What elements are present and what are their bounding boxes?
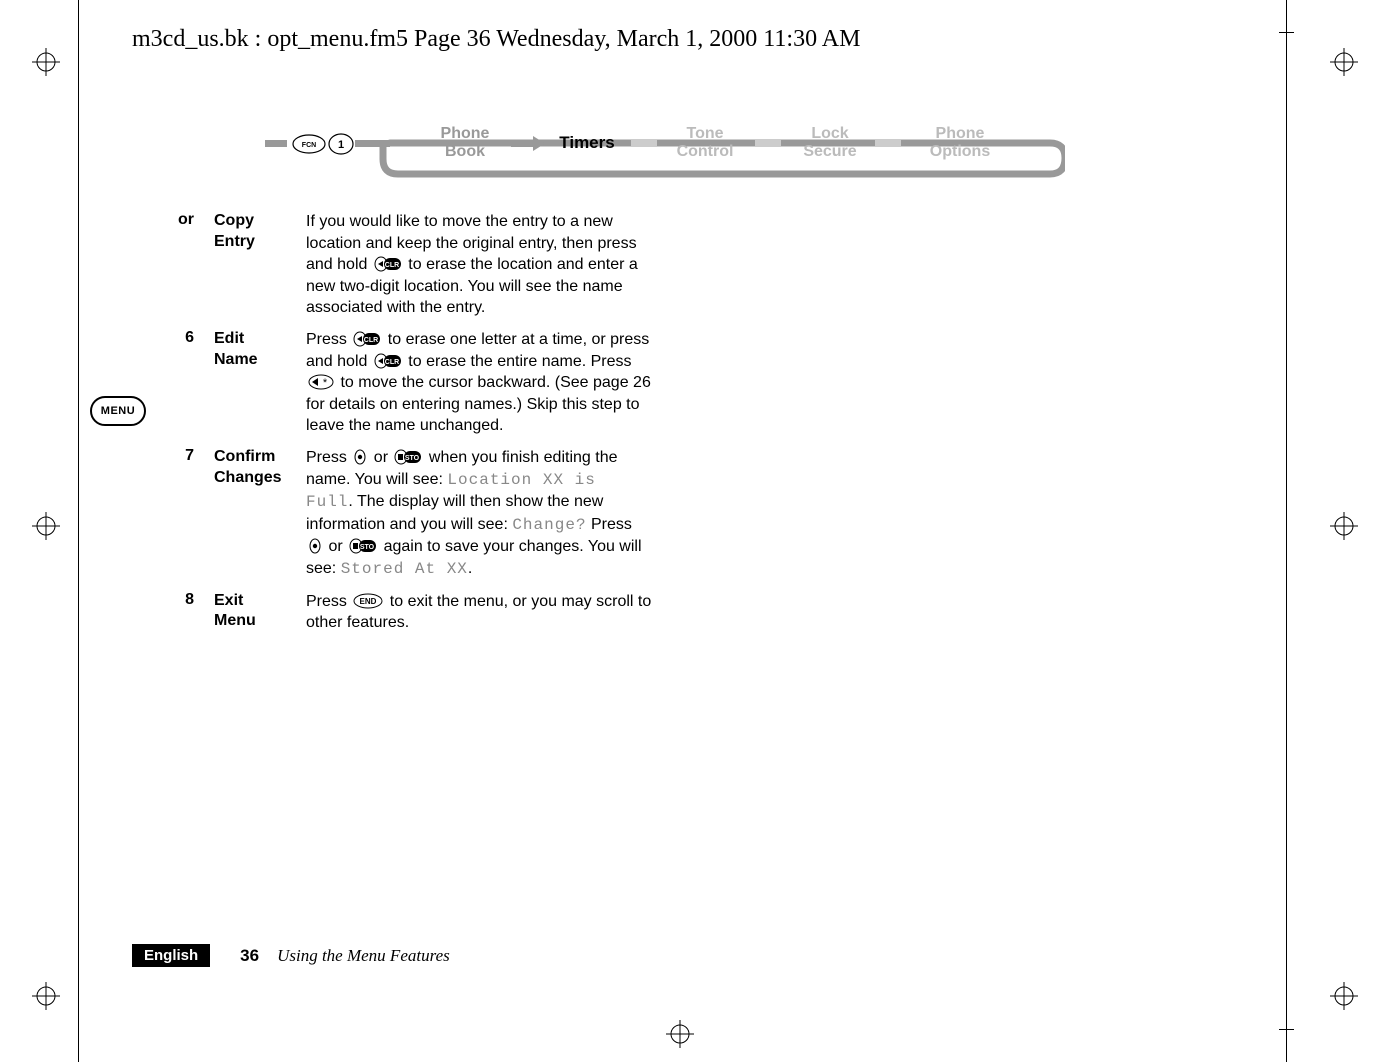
menu-badge: MENU — [90, 396, 146, 426]
step-number: 6 — [172, 329, 214, 437]
end-key-icon: END — [353, 593, 383, 609]
display-text: Stored At XX — [341, 560, 468, 578]
svg-text:Control: Control — [677, 143, 734, 160]
step-number: 7 — [172, 447, 214, 581]
select-key-icon — [308, 538, 322, 554]
select-key-icon — [353, 449, 367, 465]
svg-text:STO: STO — [360, 544, 375, 551]
step-number: or — [172, 211, 214, 319]
sto-key-icon: STO — [349, 538, 377, 554]
svg-text:Options: Options — [930, 143, 991, 160]
svg-text:END: END — [360, 597, 377, 606]
registration-mark-icon — [1330, 48, 1358, 76]
step-row: orCopyEntryIf you would like to move the… — [172, 211, 652, 319]
step-body: If you would like to move the entry to a… — [306, 211, 652, 319]
registration-mark-icon — [1330, 512, 1358, 540]
step-body: Press END to exit the menu, or you may s… — [306, 591, 652, 634]
steps-table: orCopyEntryIf you would like to move the… — [172, 211, 652, 644]
clr-key-icon: CLR — [374, 353, 402, 369]
display-text: Change? — [512, 516, 586, 534]
registration-mark-icon — [32, 982, 60, 1010]
svg-text:1: 1 — [338, 139, 344, 151]
page-number: 36 — [240, 946, 259, 966]
crop-tick-bottom-right — [1279, 1029, 1294, 1030]
step-number: 8 — [172, 591, 214, 634]
svg-text:*: * — [323, 377, 328, 389]
section-title: Using the Menu Features — [277, 946, 450, 966]
sto-key-icon: STO — [394, 449, 422, 465]
ribbon-active: Timers — [559, 133, 614, 152]
svg-text:Secure: Secure — [803, 143, 856, 160]
registration-mark-icon — [666, 1020, 694, 1048]
page-footer: English 36 Using the Menu Features — [132, 944, 832, 967]
crop-line-right — [1286, 0, 1287, 1062]
step-label: ConfirmChanges — [214, 447, 306, 581]
crop-line-left — [78, 0, 79, 1062]
clr-key-icon: CLR — [374, 256, 402, 272]
registration-mark-icon — [32, 48, 60, 76]
registration-mark-icon — [1330, 982, 1358, 1010]
step-row: 7ConfirmChangesPress or STO when you fin… — [172, 447, 652, 581]
breadcrumb-ribbon: FCN 1 Phone Book Timers Tone Control Loc… — [265, 122, 1065, 184]
svg-text:CLR: CLR — [385, 262, 399, 269]
step-label: CopyEntry — [214, 211, 306, 319]
clr-key-icon: CLR — [353, 331, 381, 347]
left-star-key-icon: * — [308, 374, 334, 390]
registration-mark-icon — [32, 512, 60, 540]
step-body: Press CLR to erase one letter at a time,… — [306, 329, 652, 437]
step-row: 6EditNamePress CLR to erase one letter a… — [172, 329, 652, 437]
language-tag: English — [132, 944, 210, 967]
step-body: Press or STO when you finish editing the… — [306, 447, 652, 581]
step-label: ExitMenu — [214, 591, 306, 634]
svg-text:FCN: FCN — [302, 142, 316, 149]
page-header: m3cd_us.bk : opt_menu.fm5 Page 36 Wednes… — [132, 26, 860, 53]
crop-tick-top-right — [1279, 32, 1294, 33]
svg-text:Phone: Phone — [441, 125, 490, 142]
svg-text:Tone: Tone — [686, 125, 723, 142]
step-row: 8ExitMenuPress END to exit the menu, or … — [172, 591, 652, 634]
svg-text:Book: Book — [445, 143, 485, 160]
step-label: EditName — [214, 329, 306, 437]
display-text: Location XX is Full — [306, 471, 596, 512]
svg-text:CLR: CLR — [364, 337, 378, 344]
svg-text:CLR: CLR — [385, 359, 399, 366]
svg-text:Phone: Phone — [936, 125, 985, 142]
svg-text:Lock: Lock — [811, 125, 848, 142]
svg-text:STO: STO — [405, 455, 420, 462]
